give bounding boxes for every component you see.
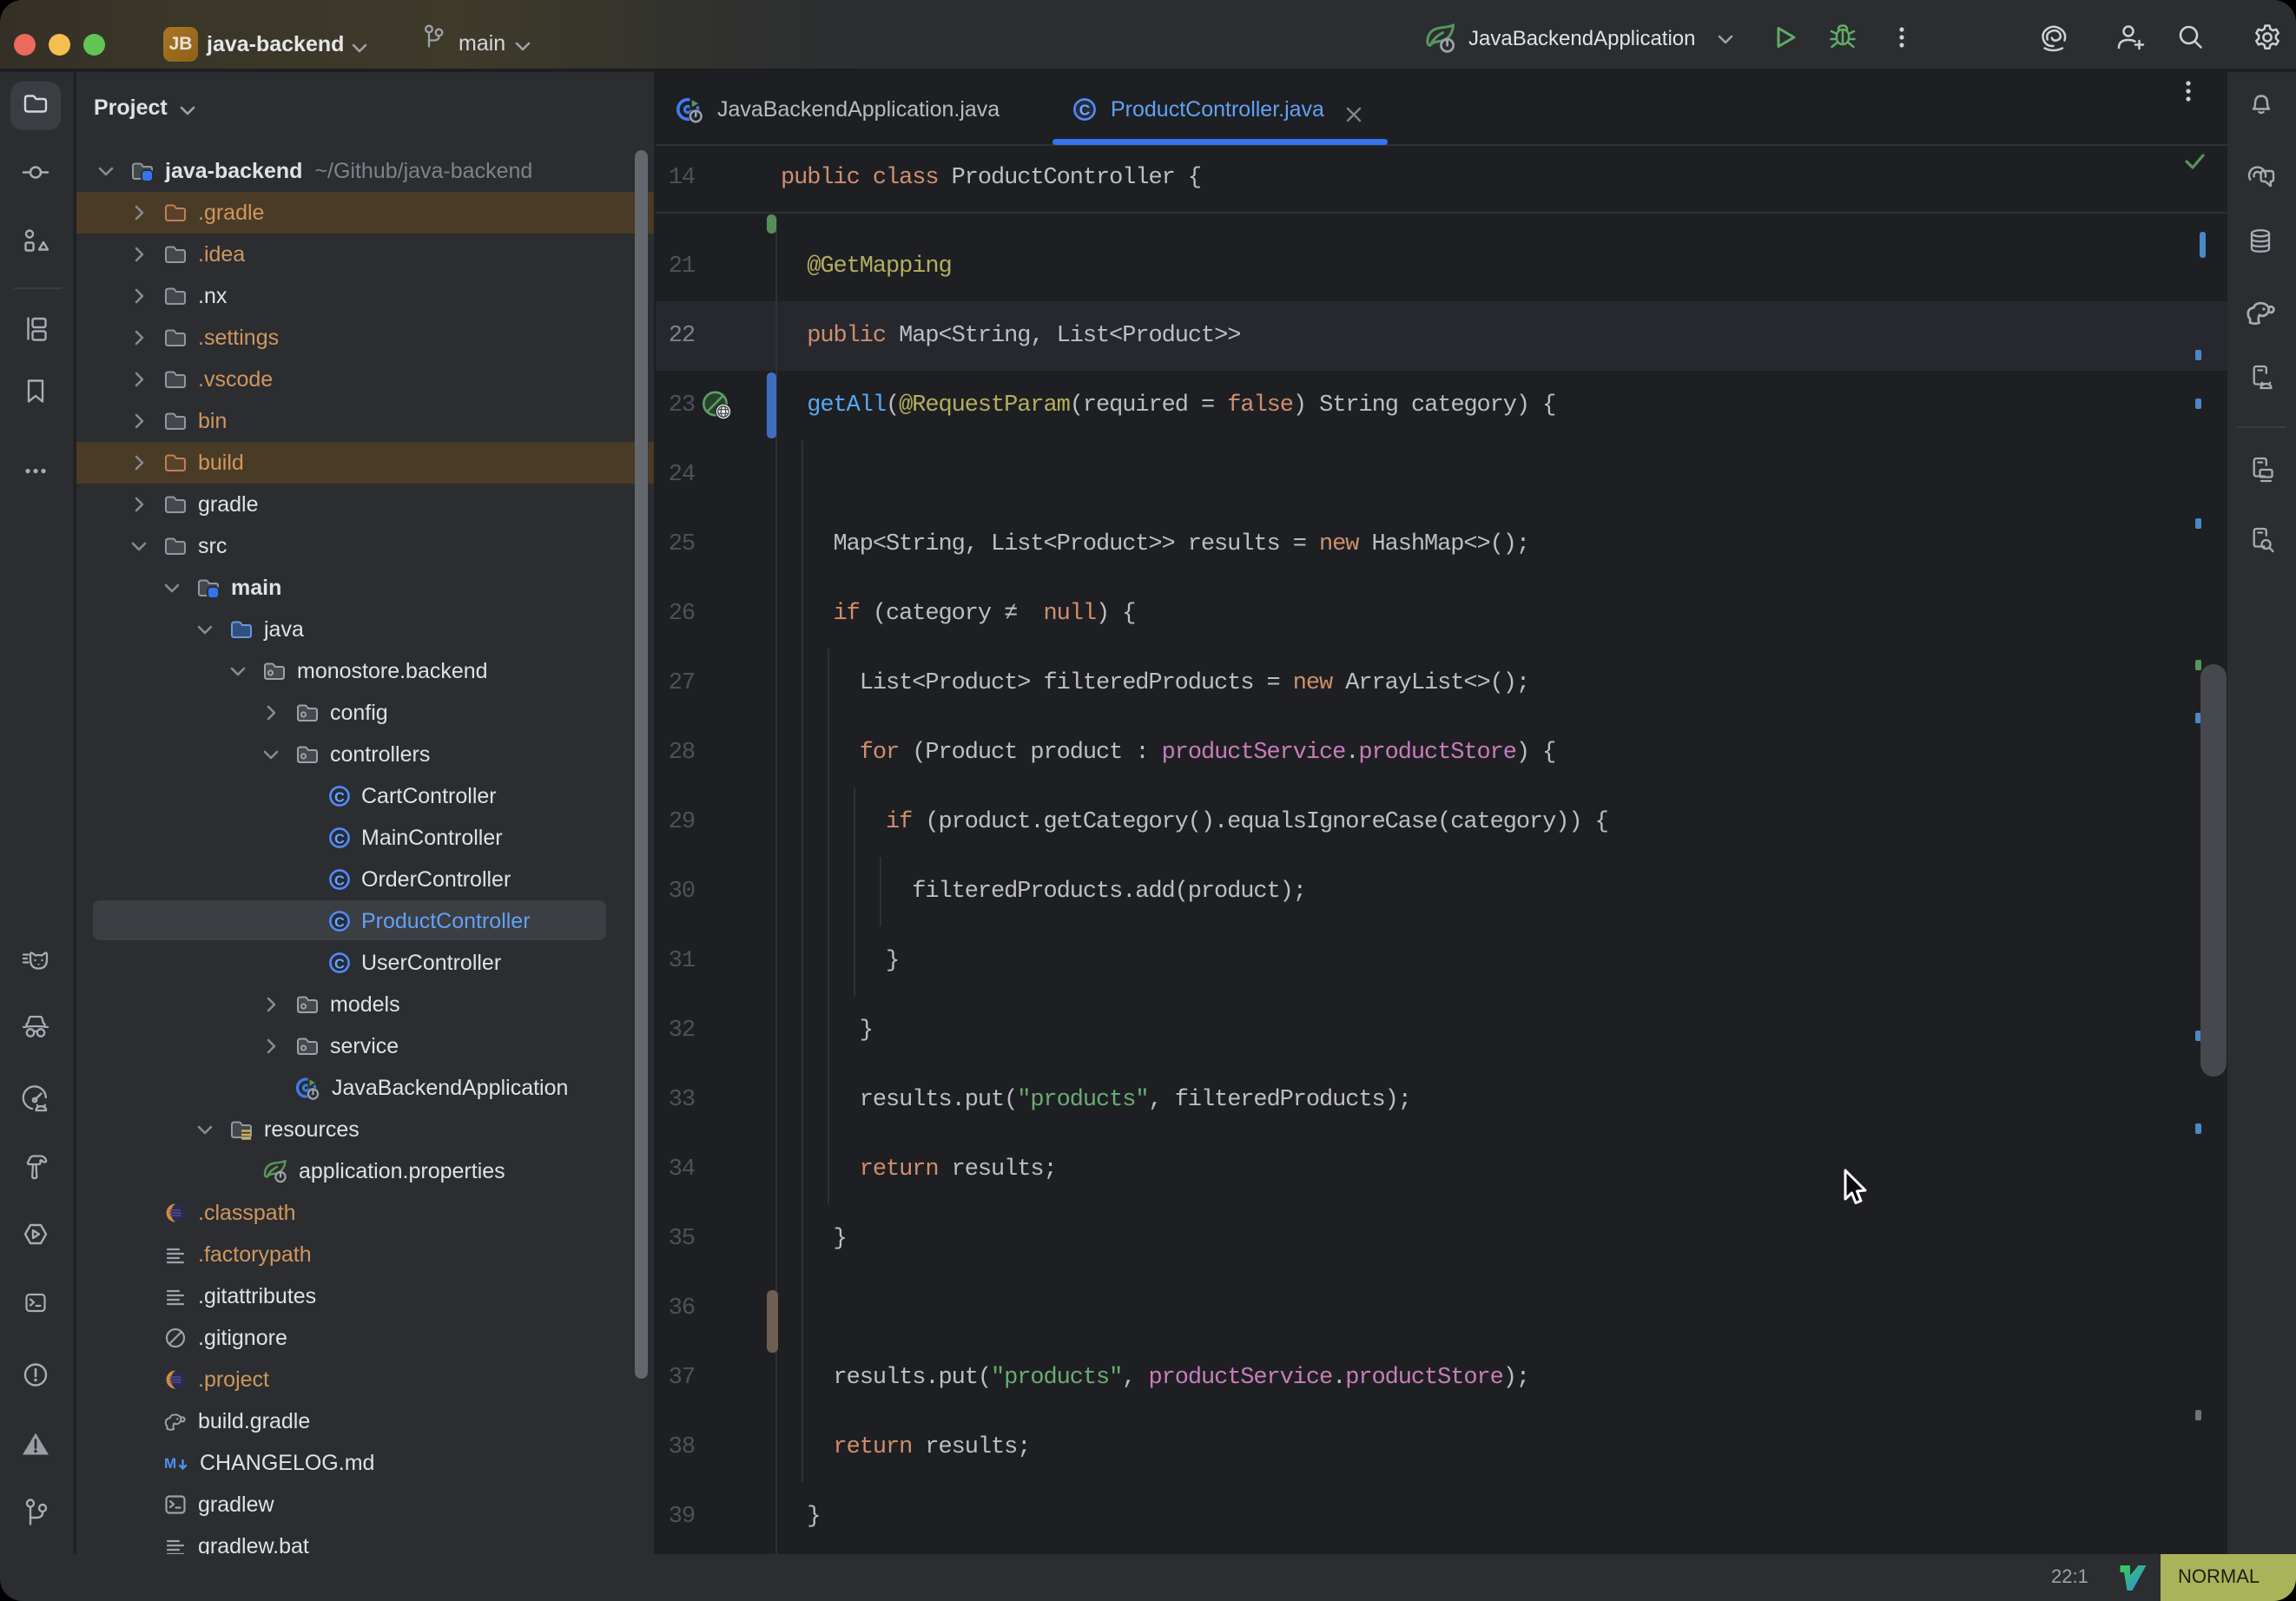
svg-text:C: C <box>334 832 345 847</box>
svg-text:C: C <box>334 957 345 972</box>
svg-text:C: C <box>334 790 345 806</box>
svg-text:C: C <box>334 873 345 889</box>
svg-text:M: M <box>164 1455 176 1472</box>
svg-text:C: C <box>1079 102 1091 119</box>
svg-text:C: C <box>334 915 345 931</box>
